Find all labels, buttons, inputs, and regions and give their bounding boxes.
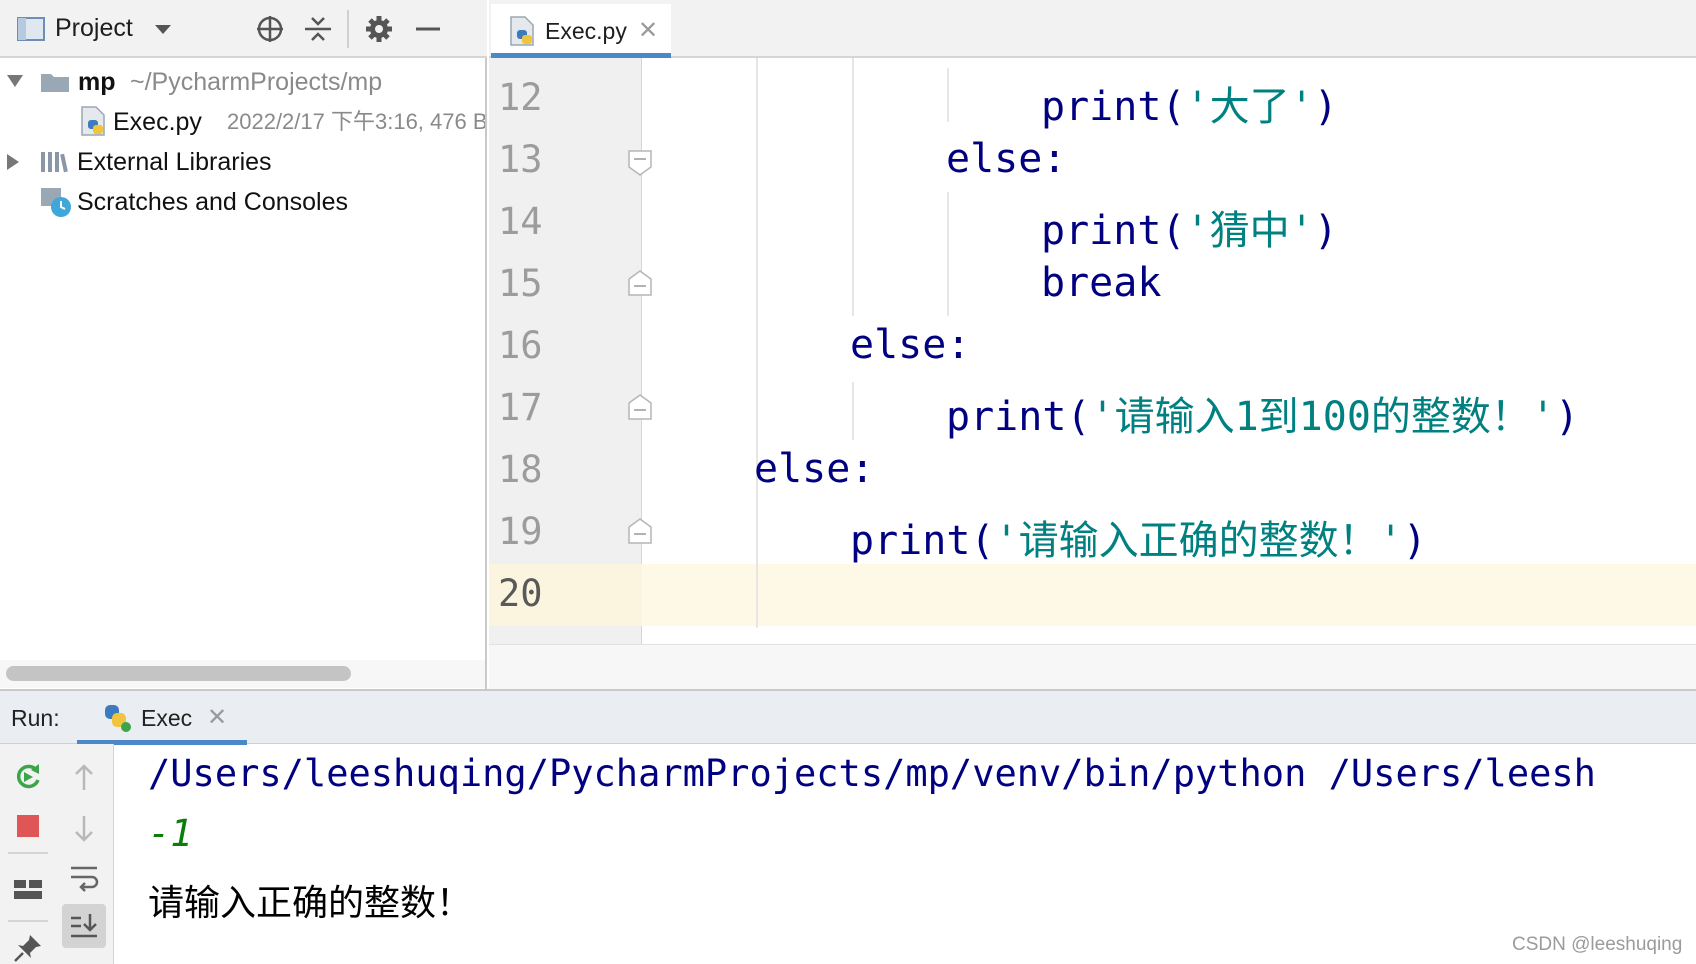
arrow-up-icon[interactable] [68,762,100,794]
project-title[interactable]: Project [55,14,133,43]
python-file-icon [510,16,534,46]
indent-guide [852,58,854,316]
line-number: 14 [498,200,543,243]
code-line-12: print('大了') [1041,74,1338,132]
tree-item-label: External Libraries [77,148,272,176]
run-label: Run: [11,705,60,731]
code-string: '请输入1到100的整数！' [1090,394,1556,440]
code-line-16: else: [850,322,971,368]
close-tab-icon[interactable]: ✕ [638,16,658,45]
tree-item-exec-py[interactable]: Exec.py 2022/2/17 下午3:16, 476 B [0,102,485,142]
line-number: 18 [498,448,543,491]
layout-icon[interactable] [12,874,44,906]
locate-icon[interactable] [255,14,285,44]
fold-end-icon[interactable] [628,518,652,544]
gear-icon[interactable] [364,14,394,44]
tree-item-mp[interactable]: mp ~/PycharmProjects/mp [0,62,487,102]
stop-icon[interactable] [12,810,44,842]
toolbar-divider [8,920,48,922]
tree-item-label: Scratches and Consoles [77,188,348,216]
code-token: ( [1161,208,1186,254]
toolbar-divider [8,852,48,854]
current-line-highlight [489,564,1696,626]
run-toolbar [0,744,114,964]
code-token: ( [1161,84,1186,130]
minimize-icon[interactable] [413,14,443,44]
arrow-down-icon[interactable] [68,812,100,844]
tree-item-external-libraries[interactable]: External Libraries [0,142,487,182]
tab-label: Exec.py [545,18,627,44]
line-number: 19 [498,510,543,553]
code-line-19: print('请输入正确的整数！') [850,508,1427,566]
indent-guide [756,58,758,628]
run-tab-label: Exec [141,705,193,731]
code-line-17: print('请输入1到100的整数！') [946,384,1579,442]
horizontal-scrollbar[interactable] [6,666,351,681]
indent-guide [947,68,949,122]
console-user-input: -1 [148,812,193,855]
scroll-to-end-icon [71,914,97,938]
code-line-15: break [1041,260,1162,306]
code-token: print [946,394,1067,440]
code-token: ( [970,518,995,564]
line-number: 17 [498,386,543,429]
chevron-down-icon[interactable] [154,24,172,36]
pin-icon[interactable] [12,932,44,964]
line-number: 15 [498,262,543,305]
project-toolbar: Project [0,0,487,58]
code-string: '大了' [1185,84,1314,130]
editor-bottom-area [489,644,1696,689]
code-line-13: else: [946,136,1067,182]
code-string: '请输入正确的整数！' [994,518,1403,564]
code-token: ) [1313,208,1338,254]
code-token: ) [1313,84,1338,130]
line-number: 13 [498,138,543,181]
console-output: 请输入正确的整数！ [148,883,473,924]
fold-end-icon[interactable] [628,394,652,420]
project-view-icon [17,17,45,41]
indent-guide [947,192,949,316]
close-tab-icon[interactable]: ✕ [207,703,227,732]
rerun-icon[interactable] [12,760,44,792]
folder-icon [41,74,69,92]
code-token: ) [1555,394,1580,440]
collapsed-arrow-icon[interactable] [6,153,20,171]
code-token: print [1041,84,1162,130]
project-panel: Project mp ~/PycharmProjects/mp Exec.py … [0,0,487,689]
fold-end-icon[interactable] [628,270,652,296]
tree-item-path: ~/PycharmProjects/mp [130,68,383,96]
soft-wrap-icon[interactable] [68,862,100,894]
library-icon [41,152,68,173]
code-line-18: else: [754,446,875,492]
code-line-14: print('猜中') [1041,198,1338,256]
expanded-arrow-icon[interactable] [6,74,24,88]
scroll-to-end-button[interactable] [62,904,106,948]
tree-item-meta: 2022/2/17 下午3:16, 476 B [227,109,485,134]
code-string: '猜中' [1185,208,1314,254]
line-number: 12 [498,76,543,119]
console-command-line: /Users/leeshuqing/PycharmProjects/mp/ven… [148,752,1596,795]
toolbar-divider [347,10,349,48]
indent-guide [852,382,854,440]
code-token: ( [1066,394,1091,440]
scratches-icon [41,188,71,217]
watermark: CSDN @leeshuqing [1512,934,1683,955]
line-number: 16 [498,324,543,367]
code-token: print [1041,208,1162,254]
tree-item-label: Exec.py [113,108,202,136]
tree-item-scratches[interactable]: Scratches and Consoles [0,182,487,222]
run-tool-window-header: Run: Exec ✕ [0,689,1696,745]
python-file-icon [81,106,105,136]
collapse-all-icon[interactable] [303,14,333,44]
python-run-icon [105,705,131,732]
code-token: ) [1402,518,1427,564]
tab-exec-py[interactable]: Exec.py ✕ [491,4,671,58]
tree-item-label: mp [78,68,116,96]
run-tab-exec[interactable]: Exec ✕ [77,691,247,745]
fold-start-icon[interactable] [628,150,652,176]
code-token: print [850,518,971,564]
line-number-current: 20 [498,572,543,615]
